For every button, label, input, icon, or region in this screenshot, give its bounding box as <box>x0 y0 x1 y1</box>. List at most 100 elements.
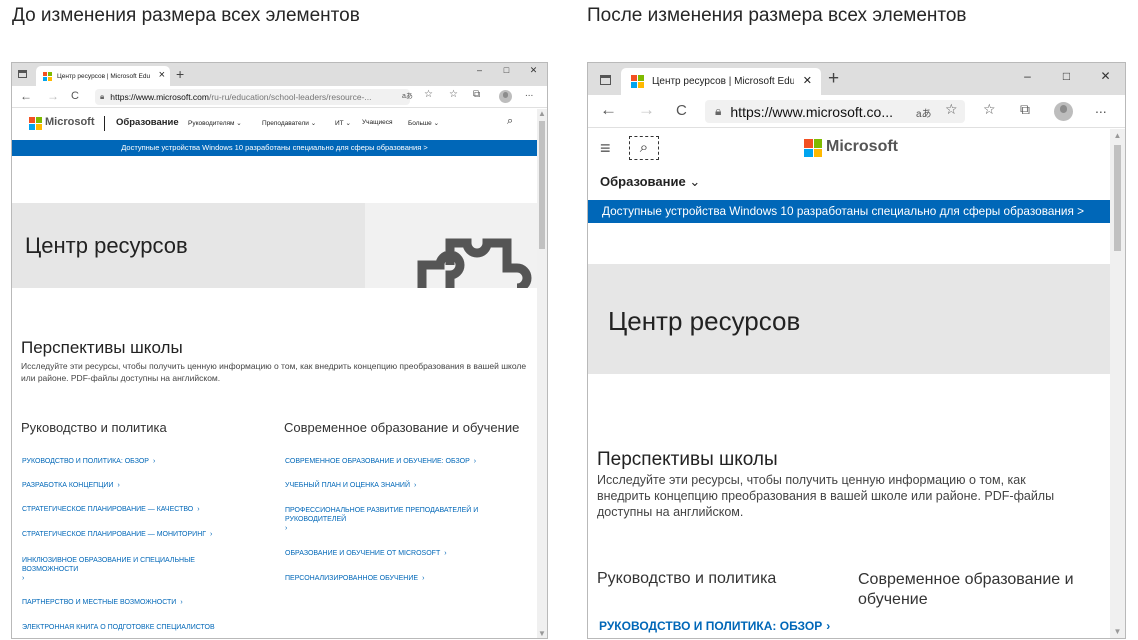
scroll-thumb[interactable] <box>1114 145 1121 251</box>
scrollbar[interactable]: ▲ ▼ <box>537 109 547 638</box>
forward-icon: → <box>638 100 655 119</box>
scrollbar[interactable]: ▲ ▼ <box>1110 129 1125 638</box>
chevron-right-icon: › <box>117 482 120 489</box>
microsoft-logo-icon <box>43 71 52 81</box>
chevron-right-icon: › <box>285 525 288 532</box>
window-controls: – □ ✕ <box>1008 69 1125 83</box>
chevron-right-icon: › <box>210 531 213 538</box>
close-tab-icon[interactable]: × <box>159 69 165 81</box>
address-bar[interactable]: 🔒︎ https://www.microsoft.com/ru-ru/educa… <box>95 89 410 105</box>
link-leadership-overview[interactable]: Руководство и политика: обзор › <box>599 619 830 633</box>
chevron-right-icon: › <box>152 458 156 465</box>
scroll-up-icon[interactable]: ▲ <box>537 109 547 118</box>
caption-after: После изменения размера всех элементов <box>587 5 967 26</box>
promo-banner[interactable]: Доступные устройства Windows 10 разработ… <box>588 200 1110 223</box>
maximize-icon[interactable]: □ <box>493 65 520 76</box>
link-leadership-overview[interactable]: Руководство и политика: обзор › <box>22 458 155 465</box>
column-heading-modern-learning: Современное образование и обучение <box>858 571 1074 608</box>
search-icon[interactable]: ⌕ <box>629 136 659 160</box>
link-inclusive-education[interactable]: Инклюзивное образование и специальные во… <box>22 556 242 583</box>
scroll-up-icon[interactable]: ▲ <box>1110 131 1125 140</box>
search-icon[interactable]: ⌕ <box>507 115 513 128</box>
window-menu-icon[interactable] <box>600 75 611 85</box>
browser-window-before: Центр ресурсов | Microsoft Edu × + – □ ✕… <box>11 62 548 639</box>
back-icon[interactable]: ← <box>600 100 617 120</box>
nav-section-title[interactable]: Образование <box>116 117 179 128</box>
nav-item-leaders[interactable]: Руководителям ⌄ <box>188 119 242 127</box>
link-curriculum-assessment[interactable]: Учебный план и оценка знаний › <box>285 482 416 489</box>
chevron-right-icon: › <box>180 599 183 606</box>
refresh-icon[interactable]: C <box>71 90 79 102</box>
minimize-icon[interactable]: – <box>466 65 493 76</box>
tab-active[interactable]: Центр ресурсов | Microsoft Edu ✕ <box>621 68 821 95</box>
chevron-right-icon: › <box>422 575 425 582</box>
link-vision-development[interactable]: Разработка концепции › <box>22 482 120 489</box>
tab-bar: Центр ресурсов | Microsoft Edu ✕ + – □ ✕ <box>588 63 1125 95</box>
hero-title: Центр ресурсов <box>608 306 801 336</box>
back-icon[interactable]: ← <box>20 89 32 103</box>
scroll-thumb[interactable] <box>539 121 545 249</box>
site-header: Microsoft Образование Руководителям ⌄ Пр… <box>12 109 537 139</box>
link-ebook-professionals[interactable]: Электронная книга о подготовке специалис… <box>22 624 215 631</box>
column-heading-leadership: Руководство и политика <box>21 420 167 435</box>
nav-item-teachers[interactable]: Преподаватели ⌄ <box>262 119 316 127</box>
brand-name[interactable]: Microsoft <box>45 116 95 128</box>
chevron-right-icon: › <box>444 550 447 557</box>
scroll-down-icon[interactable]: ▼ <box>537 629 547 638</box>
close-tab-icon[interactable]: ✕ <box>803 74 812 87</box>
collections-icon[interactable]: ⧉ <box>473 89 480 100</box>
refresh-icon[interactable]: C <box>676 102 687 119</box>
link-modern-learning-overview[interactable]: Современное образование и обучение: обзо… <box>285 458 476 465</box>
profile-avatar[interactable] <box>1054 102 1073 121</box>
tab-title: Центр ресурсов | Microsoft Edu <box>652 76 794 87</box>
chevron-right-icon: › <box>413 482 417 489</box>
link-personalized-learning[interactable]: Персонализированное обучение › <box>285 575 424 582</box>
chevron-down-icon: ⌄ <box>433 120 440 127</box>
read-aloud-icon[interactable]: aあ <box>916 105 932 120</box>
browser-window-after: Центр ресурсов | Microsoft Edu ✕ + – □ ✕… <box>587 62 1126 639</box>
tab-title: Центр ресурсов | Microsoft Edu <box>57 72 151 80</box>
more-icon[interactable]: ... <box>525 88 533 99</box>
browser-toolbar: ← → C 🔒︎ https://www.microsoft.co... aあ … <box>588 95 1125 128</box>
new-tab-button[interactable]: + <box>176 66 184 82</box>
maximize-icon[interactable]: □ <box>1047 69 1086 83</box>
close-window-icon[interactable]: ✕ <box>520 65 547 76</box>
chevron-down-icon: ⌄ <box>236 120 242 127</box>
tab-bar: Центр ресурсов | Microsoft Edu × + – □ ✕ <box>12 63 547 86</box>
microsoft-logo-icon <box>29 117 42 130</box>
lock-icon: 🔒︎ <box>715 104 722 118</box>
add-favorite-icon[interactable]: ☆ <box>945 101 958 118</box>
nav-item-more[interactable]: Больше ⌄ <box>408 119 439 127</box>
window-menu-icon[interactable] <box>18 70 27 78</box>
link-professional-development[interactable]: Профессиональное развитие преподавателей… <box>285 506 520 533</box>
profile-avatar[interactable] <box>499 90 512 103</box>
favorites-icon[interactable]: ☆ <box>449 89 458 100</box>
link-strategic-planning-monitoring[interactable]: Стратегическое планирование — мониторинг… <box>22 531 212 538</box>
read-aloud-icon[interactable]: aあ <box>402 91 413 101</box>
tab-active[interactable]: Центр ресурсов | Microsoft Edu × <box>36 66 170 86</box>
favorites-icon[interactable]: ☆ <box>983 101 996 118</box>
hamburger-menu-icon[interactable]: ≡ <box>600 138 611 159</box>
chevron-right-icon: › <box>197 506 200 513</box>
url-text: https://www.microsoft.co... <box>730 103 893 120</box>
forward-icon: → <box>47 89 59 103</box>
new-tab-button[interactable]: + <box>828 68 839 90</box>
add-favorite-icon[interactable]: ☆ <box>424 89 433 100</box>
collections-icon[interactable]: ⧉ <box>1020 101 1030 118</box>
scroll-down-icon[interactable]: ▼ <box>1110 627 1125 636</box>
nav-section-dropdown[interactable]: Образование ⌄ <box>600 174 700 190</box>
link-strategic-planning-quality[interactable]: Стратегическое планирование — качество › <box>22 506 200 513</box>
link-microsoft-learning[interactable]: Образование и обучение от Microsoft › <box>285 550 447 557</box>
close-window-icon[interactable]: ✕ <box>1086 69 1125 83</box>
link-partnerships[interactable]: Партнерство и местные возможности › <box>22 599 183 606</box>
lock-icon: 🔒︎ <box>100 92 105 101</box>
brand-name[interactable]: Microsoft <box>826 138 898 156</box>
brand-divider <box>104 116 105 131</box>
hero-section: Центр ресурсов <box>12 203 537 288</box>
minimize-icon[interactable]: – <box>1008 69 1047 83</box>
chevron-right-icon: › <box>22 575 25 582</box>
nav-item-it[interactable]: ИТ ⌄ <box>335 119 351 127</box>
promo-banner[interactable]: Доступные устройства Windows 10 разработ… <box>12 140 537 156</box>
more-icon[interactable]: ... <box>1095 100 1107 116</box>
nav-item-students[interactable]: Учащиеся <box>362 119 393 126</box>
